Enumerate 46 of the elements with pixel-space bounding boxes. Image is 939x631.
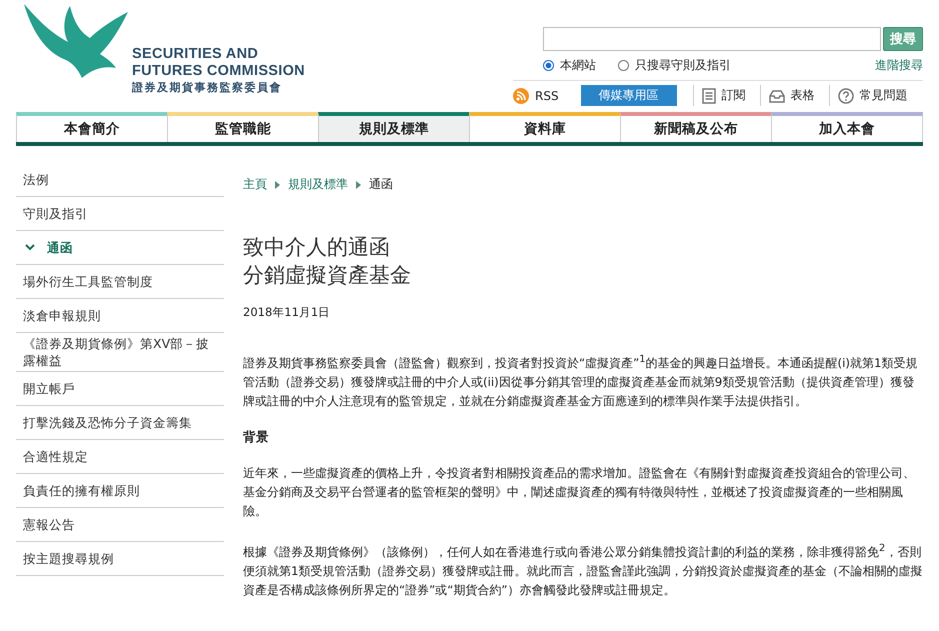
sidebar-item[interactable]: 守則及指引 — [16, 197, 224, 231]
document-icon — [702, 88, 716, 104]
sidebar-item[interactable]: 法例 — [16, 163, 224, 197]
logo-name-text: FUTURES COMMISSION — [132, 63, 305, 80]
media-button[interactable]: 傳媒專用區 — [580, 85, 677, 106]
sidebar-item[interactable]: 憲報公告 — [16, 508, 224, 542]
caret-right-icon — [356, 180, 361, 188]
logo-chinese-name: 證券及期貨事務監察委員會 — [132, 80, 283, 96]
breadcrumb-link[interactable]: 主頁 — [243, 176, 267, 193]
sidebar-item[interactable]: 淡倉申報規則 — [16, 299, 224, 333]
sidebar-item[interactable]: 負責任的擁有權原則 — [16, 474, 224, 508]
sidebar-item[interactable]: 場外衍生工具監管制度 — [16, 265, 224, 299]
search-field[interactable] — [543, 27, 881, 51]
scope-radio[interactable]: 只搜尋守則及指引 — [618, 57, 731, 74]
nav-tab[interactable]: 本會簡介 — [16, 112, 167, 142]
scope-radio[interactable]: 本網站 — [543, 57, 596, 74]
nav-tab[interactable]: 加入本會 — [771, 112, 923, 142]
breadcrumb-link[interactable]: 規則及標準 — [288, 176, 348, 193]
advanced-search-link[interactable]: 進階搜尋 — [875, 57, 923, 74]
utility-link[interactable]: 常見問題 — [860, 87, 908, 104]
body-paragraph: 證券及期貨事務監察委員會（證監會）觀察到，投資者對投資於“虛擬資產”$^{1}$的基金的興趣日益增長。本通函提醒(i)就第1類受規管活動（證券交易）獲發牌或註冊的中介人或(ii)因從事分銷其管理的虛擬資產基金而就第9類受規管活動（提供資產管理）獲發牌或註冊的中介人注意現有的監管規定，並就在分銷虛擬資產基金方面應達到的標準與作業手法提供指引。 — [243, 353, 918, 410]
rss-icon — [513, 88, 529, 104]
sidebar-item[interactable]: 合適性規定 — [16, 440, 224, 474]
chevron-down-icon — [25, 244, 35, 251]
caret-right-icon — [275, 180, 280, 188]
rss-link[interactable]: RSS — [535, 88, 559, 102]
tray-icon — [768, 88, 785, 102]
sidebar-item[interactable]: 打擊洗錢及恐怖分子資金籌集 — [16, 406, 224, 440]
sidebar-item[interactable]: 按主題搜尋規例 — [16, 542, 224, 576]
sidebar-item[interactable]: 《證券及期貨條例》第XV部－披露權益 — [16, 333, 224, 372]
body-paragraph: 根據《證券及期貨條例》（該條例），任何人如在香港進行或向香港公眾分銷集體投資計劃的利益的業務，除非獲得豁免$^{2}$，否則便須就第1類受規管活動（證券交易）獲發牌或註冊。就此而言，證監會謹此強調，分銷投資於虛擬資產的基金（不論相關的虛擬資產是否構成該條例所界定的“證券”或“期貨合約”）亦會觸發此發牌或註冊規定。 — [243, 542, 923, 599]
section-heading: 背景 — [243, 428, 270, 446]
nav-tab[interactable]: 新聞稿及公布 — [620, 112, 771, 142]
utility-link[interactable]: 訂閱 — [722, 87, 746, 104]
sidebar-item[interactable]: 通函 — [16, 231, 224, 265]
page-title: 分銷虛擬資產基金 — [243, 262, 412, 289]
nav-tab[interactable]: 資料庫 — [469, 112, 620, 142]
breadcrumb-current: 通函 — [369, 176, 393, 193]
page-title: 致中介人的通函 — [243, 234, 391, 261]
utility-link[interactable]: 表格 — [790, 87, 815, 104]
body-paragraph: 近年來，一些虛擬資產的價格上升，令投資者對相關投資產品的需求增加。證監會在《有關針對虛擬資產投資組合的管理公司、基金分銷商及交易平台營運者的監管框架的聲明》中，闡述虛擬資產的獨有特徵與特性，並概述了投資虛擬資產的一些相關風險。 — [243, 464, 916, 520]
nav-tab[interactable]: 規則及標準 — [318, 112, 469, 142]
logo-name-text: SECURITIES AND — [132, 46, 260, 63]
date-text: 2018年11月1日 — [243, 305, 332, 320]
sidebar-item[interactable]: 開立帳戶 — [16, 372, 224, 406]
help-icon — [838, 88, 854, 104]
